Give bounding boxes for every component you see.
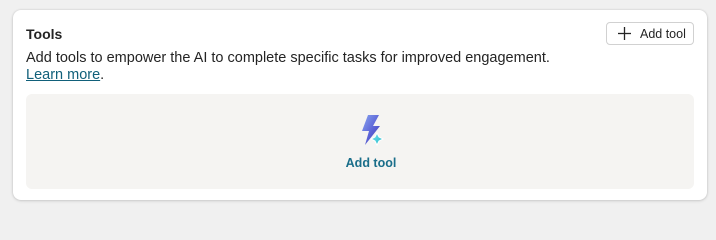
description-end: . <box>100 66 105 83</box>
add-tool-button[interactable]: Add tool <box>606 22 694 45</box>
card-title: Tools <box>26 26 63 42</box>
description-text: Add tools to empower the AI to complete … <box>26 50 550 66</box>
plus-icon <box>617 26 632 41</box>
tools-empty-state: Add tool <box>26 94 694 189</box>
tools-description: Add tools to empower the AI to complete … <box>26 50 586 83</box>
tools-card: Tools Add tool Add tools to empower the … <box>13 10 707 200</box>
empty-state-add-tool-label: Add tool <box>345 156 397 170</box>
add-tool-button-label: Add tool <box>640 26 686 41</box>
lightning-bolt-icon <box>353 112 389 148</box>
learn-more-link[interactable]: Learn more <box>26 67 100 83</box>
empty-state-add-tool[interactable]: Add tool <box>336 112 406 174</box>
